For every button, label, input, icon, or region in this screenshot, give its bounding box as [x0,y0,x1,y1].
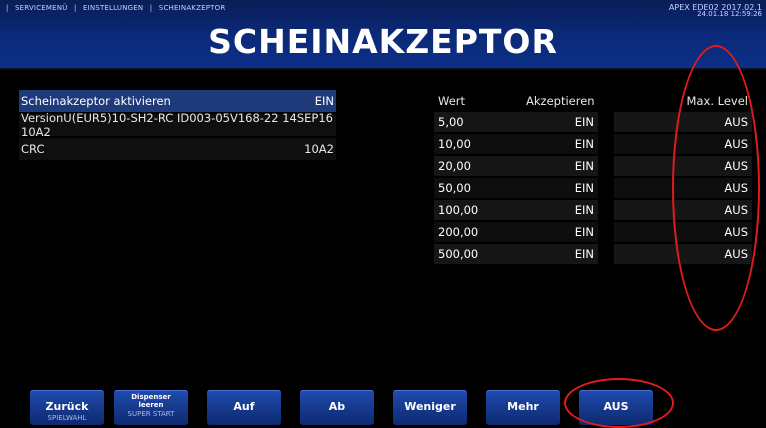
header-bar: | SERVICEMENÜ | EINSTELLUNGEN | SCHEINAK… [0,0,766,70]
list-item-label: Scheinakzeptor aktivieren [21,94,171,108]
table-row[interactable]: 20,00 EIN AUS [434,156,752,176]
zurueck-button[interactable]: Zurück SPIELWAHL [30,390,104,425]
cell-akzeptieren[interactable]: EIN [526,134,598,154]
cell-max-level[interactable]: AUS [614,134,752,154]
list-item-value: 10A2 [304,142,334,156]
table-row[interactable]: 5,00 EIN AUS [434,112,752,132]
table-row[interactable]: 10,00 EIN AUS [434,134,752,154]
cell-akzeptieren[interactable]: EIN [526,112,598,132]
cell-wert: 100,00 [434,200,526,220]
column-header-wert: Wert [438,94,466,108]
cell-max-level[interactable]: AUS [614,222,752,242]
breadcrumb-separator: | [149,4,153,12]
breadcrumb-separator: | [6,4,9,12]
column-header-akzeptieren: Akzeptieren [526,94,595,108]
column-header-max-level: Max. Level [686,94,748,108]
aus-button[interactable]: AUS [579,390,653,425]
cell-max-level[interactable]: AUS [614,178,752,198]
table-row[interactable]: 50,00 EIN AUS [434,178,752,198]
button-label: Zurück [45,400,89,413]
cell-akzeptieren[interactable]: EIN [526,178,598,198]
cell-akzeptieren[interactable]: EIN [526,200,598,220]
datetime: 24.01.18 12:59:26 [697,10,762,18]
cell-max-level[interactable]: AUS [614,156,752,176]
breadcrumb-servicemenu[interactable]: SERVICEMENÜ [15,4,68,12]
list-item-value: EIN [314,94,334,108]
breadcrumb: | SERVICEMENÜ | EINSTELLUNGEN | SCHEINAK… [6,4,229,12]
list-item-label: CRC [21,142,45,156]
mehr-button[interactable]: Mehr [486,390,560,425]
page-title: SCHEINAKZEPTOR [208,22,558,61]
breadcrumb-separator: | [73,4,77,12]
list-item-crc[interactable]: CRC 10A2 [19,138,336,160]
button-bar: Zurück SPIELWAHL Dispenser leeren SUPER … [0,388,766,427]
device-info: APEX EDE02 2017.02.1 24.01.18 12:59:26 [669,4,762,18]
cell-max-level[interactable]: AUS [614,200,752,220]
cell-max-level[interactable]: AUS [614,112,752,132]
banknote-table: Wert Akzeptieren Max. Level 5,00 EIN AUS… [434,90,752,266]
table-row[interactable]: 200,00 EIN AUS [434,222,752,242]
auf-button[interactable]: Auf [207,390,281,425]
cell-akzeptieren[interactable]: EIN [526,156,598,176]
cell-wert: 500,00 [434,244,526,264]
button-label: AUS [603,400,629,413]
table-header: Wert Akzeptieren Max. Level [434,90,752,112]
dispenser-leeren-button[interactable]: Dispenser leeren SUPER START [114,390,188,425]
list-item-version[interactable]: VersionU(EUR5)10-SH2-RC ID003-05V168-22 … [19,111,336,139]
button-label: Ab [328,400,346,413]
cell-wert: 200,00 [434,222,526,242]
table-row[interactable]: 100,00 EIN AUS [434,200,752,220]
cell-akzeptieren[interactable]: EIN [526,222,598,242]
cell-akzeptieren[interactable]: EIN [526,244,598,264]
list-item-scheinakzeptor-aktivieren[interactable]: Scheinakzeptor aktivieren EIN [19,90,336,112]
ab-button[interactable]: Ab [300,390,374,425]
button-label: Weniger [404,400,456,413]
breadcrumb-scheinakzeptor: SCHEINAKZEPTOR [158,4,226,12]
button-label: Mehr [507,400,539,413]
settings-list: Scheinakzeptor aktivieren EIN VersionU(E… [19,90,336,162]
button-label: Dispenser leeren [131,393,171,409]
button-sublabel: SPIELWAHL [47,414,87,422]
cell-wert: 50,00 [434,178,526,198]
cell-wert: 5,00 [434,112,526,132]
list-item-label: VersionU(EUR5)10-SH2-RC ID003-05V168-22 … [21,111,333,139]
button-label: Auf [233,400,255,413]
button-sublabel: SUPER START [127,410,175,418]
table-row[interactable]: 500,00 EIN AUS [434,244,752,264]
weniger-button[interactable]: Weniger [393,390,467,425]
cell-max-level[interactable]: AUS [614,244,752,264]
breadcrumb-einstellungen[interactable]: EINSTELLUNGEN [83,4,143,12]
cell-wert: 20,00 [434,156,526,176]
cell-wert: 10,00 [434,134,526,154]
